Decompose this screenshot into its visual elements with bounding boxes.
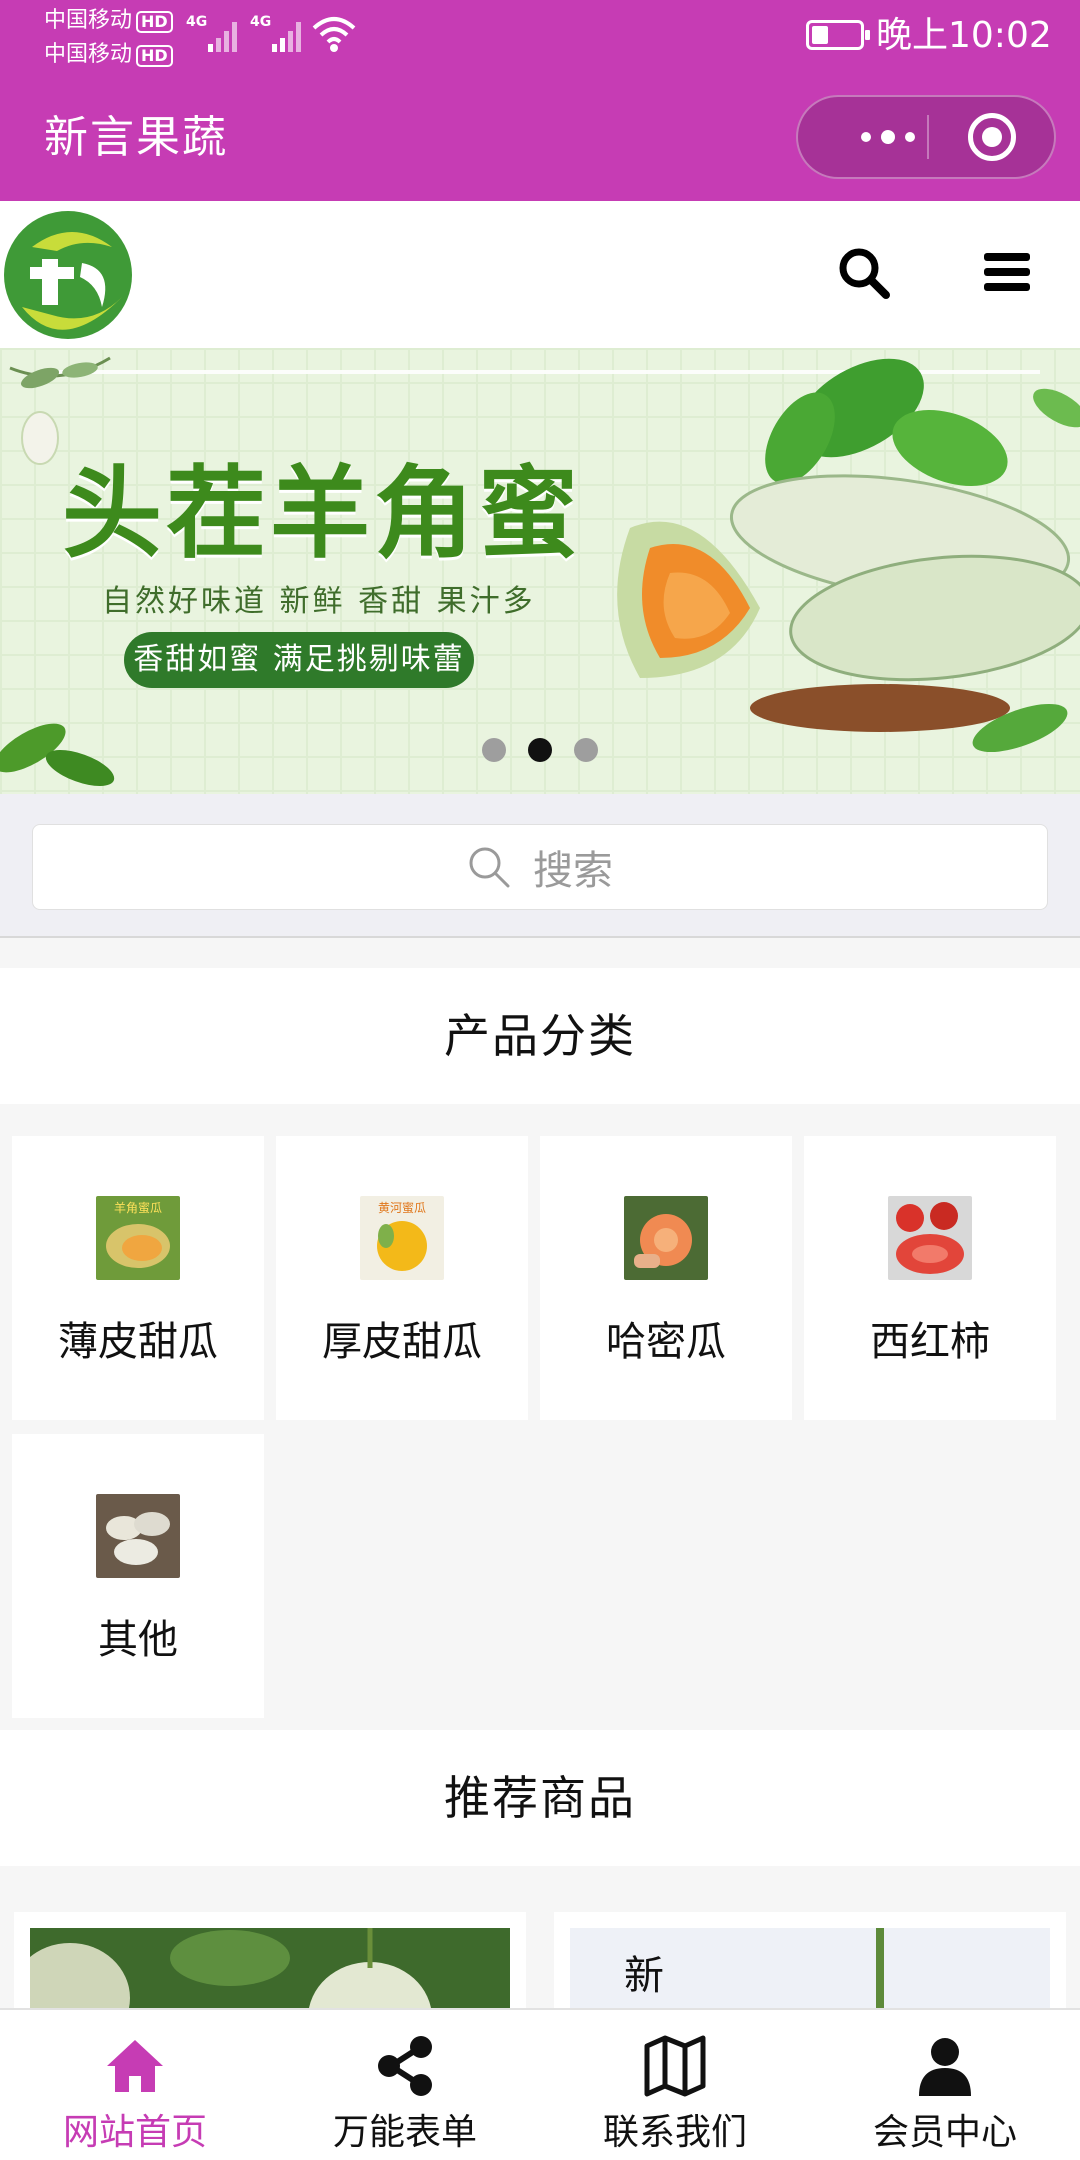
category-thumb-caption: 羊角蜜瓜 <box>114 1200 162 1215</box>
carousel-dot[interactable] <box>574 738 598 762</box>
category-item-other[interactable]: 其他 <box>12 1434 264 1718</box>
wechat-title-bar: 中国移动 HD 中国移动 HD 4G 4G 晚上10:02 新言果蔬 <box>0 0 1080 201</box>
carousel-dot[interactable] <box>482 738 506 762</box>
carrier-1: 中国移动 HD <box>44 6 173 36</box>
melon-image <box>617 358 1080 753</box>
close-miniprogram-button[interactable] <box>968 113 1016 161</box>
category-thumb <box>888 1196 972 1280</box>
tab-contact-us[interactable]: 联系我们 <box>540 2010 810 2160</box>
category-label: 薄皮甜瓜 <box>58 1319 218 1365</box>
category-item-thin-skin-melon[interactable]: 羊角蜜瓜 薄皮甜瓜 <box>12 1136 264 1420</box>
carrier-2-name: 中国移动 <box>44 42 133 67</box>
header-search-icon[interactable] <box>836 245 892 301</box>
site-header <box>0 201 1080 348</box>
hd-badge: HD <box>136 45 173 67</box>
banner-carousel[interactable]: 头茬羊角蜜 自然好味道 新鲜 香甜 果汁多 香甜如蜜 满足挑剔味蕾 <box>0 348 1080 794</box>
category-label: 其他 <box>98 1617 178 1663</box>
bottom-tab-bar: 网站首页 万能表单 联系我们 会员中心 <box>0 2008 1080 2160</box>
category-thumb <box>624 1196 708 1280</box>
more-options-button[interactable] <box>838 97 938 177</box>
tab-label: 会员中心 <box>872 2112 1017 2153</box>
category-item-hami-melon[interactable]: 哈密瓜 <box>540 1136 792 1420</box>
hd-badge: HD <box>136 11 173 33</box>
battery-level <box>812 26 828 44</box>
carousel-dot[interactable] <box>528 738 552 762</box>
user-icon <box>919 2038 971 2096</box>
app-title: 新言果蔬 <box>44 112 228 163</box>
recommended-section-title: 推荐商品 <box>0 1730 1080 1866</box>
status-time: 晚上10:02 <box>876 15 1052 56</box>
carrier-1-name: 中国移动 <box>44 8 133 33</box>
search-placeholder: 搜索 <box>533 848 613 894</box>
share-icon <box>378 2036 432 2096</box>
network-type: 4G <box>186 14 208 30</box>
banner-tagline: 香甜如蜜 满足挑剔味蕾 <box>124 632 474 688</box>
logo-icon[interactable] <box>2 207 140 343</box>
tab-home[interactable]: 网站首页 <box>0 2010 270 2160</box>
network-type-2: 4G <box>250 14 272 30</box>
wifi-icon <box>312 17 356 52</box>
carrier-2: 中国移动 HD <box>44 40 173 70</box>
home-icon <box>107 2040 163 2092</box>
category-label: 哈密瓜 <box>606 1319 726 1365</box>
banner-subtitle: 自然好味道 新鲜 香甜 果汁多 <box>102 584 536 619</box>
miniprogram-capsule <box>796 95 1056 179</box>
status-bar: 中国移动 HD 中国移动 HD 4G 4G 晚上10:02 <box>0 0 1080 75</box>
category-label: 厚皮甜瓜 <box>322 1319 482 1365</box>
category-thumb: 羊角蜜瓜 <box>96 1196 180 1280</box>
product-text: 新 <box>624 1953 664 1999</box>
banner-title: 头茬羊角蜜 <box>62 455 582 572</box>
search-section: 搜索 <box>0 794 1080 938</box>
menu-hamburger-icon[interactable] <box>984 253 1030 295</box>
tab-label: 网站首页 <box>62 2112 207 2153</box>
search-icon <box>469 847 510 888</box>
map-icon <box>644 2035 706 2097</box>
category-item-thick-skin-melon[interactable]: 黄河蜜瓜 厚皮甜瓜 <box>276 1136 528 1420</box>
category-section-title: 产品分类 <box>0 968 1080 1104</box>
category-thumb: 黄河蜜瓜 <box>360 1196 444 1280</box>
category-item-tomato[interactable]: 西红柿 <box>804 1136 1056 1420</box>
tab-label: 联系我们 <box>602 2112 747 2153</box>
tab-universal-form[interactable]: 万能表单 <box>270 2010 540 2160</box>
category-thumb <box>96 1494 180 1578</box>
category-label: 西红柿 <box>870 1319 990 1365</box>
capsule-divider <box>927 115 929 159</box>
category-thumb-caption: 黄河蜜瓜 <box>378 1200 426 1215</box>
carousel-indicator <box>0 738 1080 768</box>
battery-icon <box>806 20 870 50</box>
tab-label: 万能表单 <box>332 2112 477 2153</box>
search-input[interactable]: 搜索 <box>32 824 1048 910</box>
tab-member-center[interactable]: 会员中心 <box>810 2010 1080 2160</box>
